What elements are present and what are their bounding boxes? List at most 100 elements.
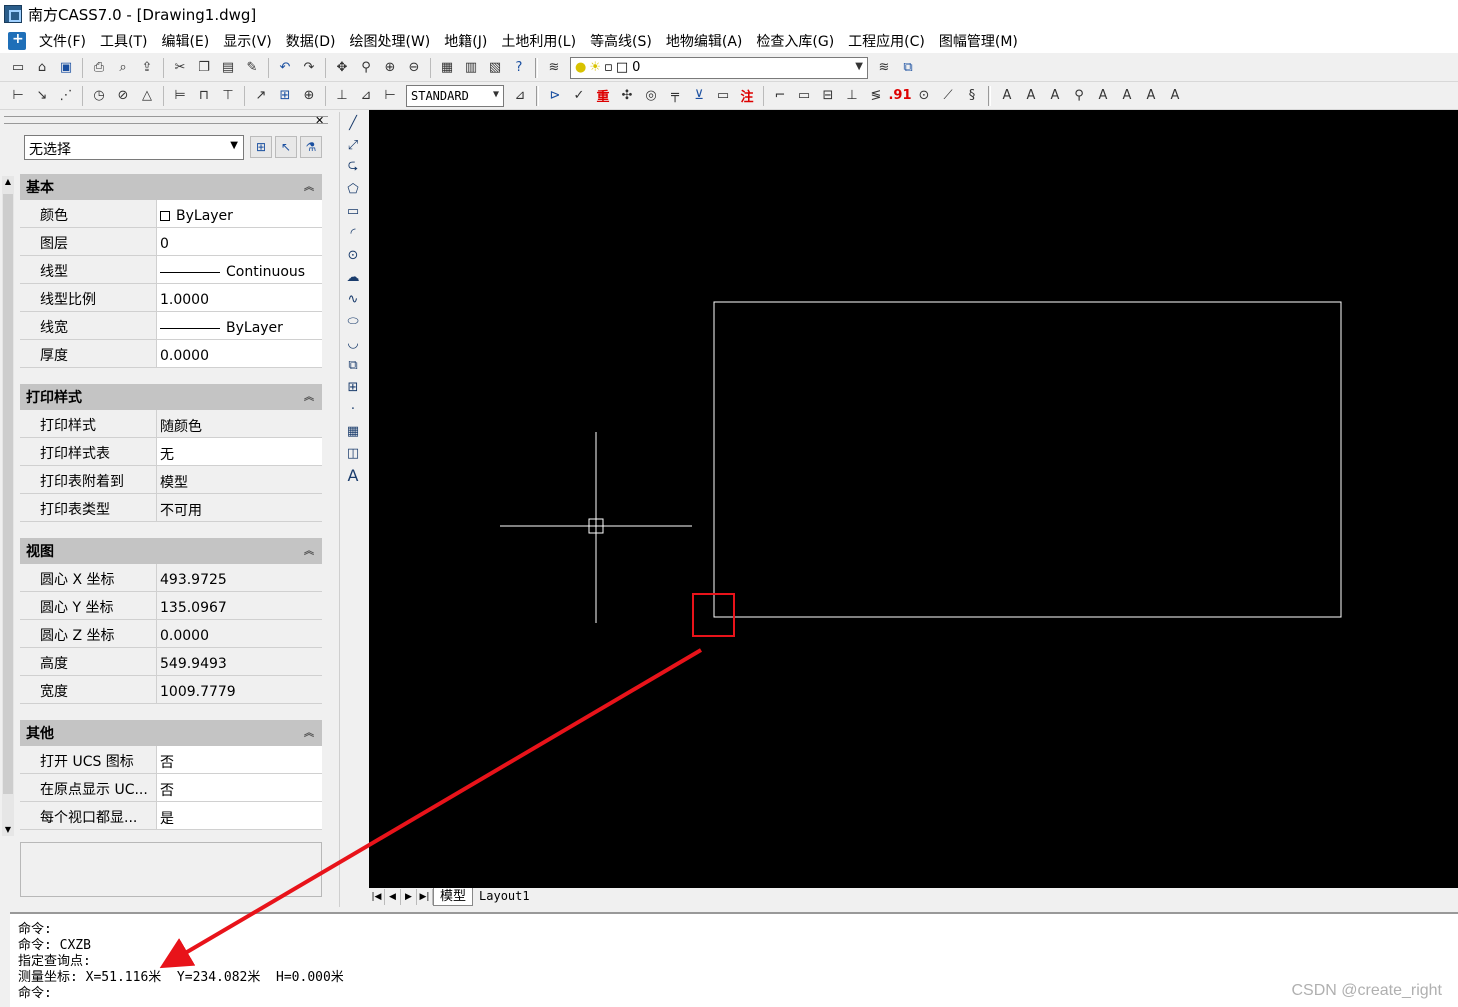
tolerance-icon[interactable]: ⊞ <box>275 86 295 106</box>
property-value[interactable]: 无 <box>157 438 322 465</box>
property-row[interactable]: 打印样式 随颜色 <box>20 410 322 438</box>
property-value-cell[interactable]: ByLayer <box>157 312 322 339</box>
property-row[interactable]: 每个视口都显... 是 <box>20 802 322 830</box>
toggle-pickadd-icon[interactable]: ⊞ <box>250 136 272 158</box>
collapse-icon[interactable]: ︽ <box>304 388 314 403</box>
print-preview-icon[interactable]: ⌕ <box>113 58 133 78</box>
zoom-window-icon[interactable]: ⊕ <box>380 58 400 78</box>
chevron-down-icon[interactable]: ▼ <box>230 140 238 151</box>
insert-block-icon[interactable]: ⧉ <box>342 354 364 376</box>
copy-icon[interactable]: ❐ <box>194 58 214 78</box>
property-row[interactable]: 线型比例 1.0000 <box>20 284 322 312</box>
selection-combo[interactable]: 无选择 ▼ <box>24 135 244 160</box>
spell-check-icon[interactable]: A <box>1093 86 1113 106</box>
dimension-edit-icon[interactable]: ⊥ <box>332 86 352 106</box>
palette-grip[interactable] <box>4 116 328 124</box>
curve-tool-icon[interactable]: § <box>962 86 982 106</box>
text-convert-icon[interactable]: A <box>1165 86 1185 106</box>
property-row[interactable]: 打印表类型 不可用 <box>20 494 322 522</box>
first-tab-icon[interactable]: |◀ <box>369 889 385 905</box>
menu-file[interactable]: 文件(F) <box>32 31 93 51</box>
line-tool-icon[interactable]: ⟋ <box>938 86 958 106</box>
collapse-icon[interactable]: ︽ <box>304 178 314 193</box>
property-row[interactable]: 厚度 0.0000 <box>20 340 322 368</box>
linear-dimension-icon[interactable]: ⊢ <box>8 86 28 106</box>
tab-layout1[interactable]: Layout1 <box>473 888 536 906</box>
property-row[interactable]: 线宽 ByLayer <box>20 312 322 340</box>
scroll-thumb[interactable] <box>3 194 13 794</box>
spline-icon[interactable]: ∿ <box>342 288 364 310</box>
help-icon[interactable]: ? <box>509 58 529 78</box>
diameter-dimension-icon[interactable]: ⊘ <box>113 86 133 106</box>
section-header[interactable]: 基本 ︽ <box>20 174 322 200</box>
property-value[interactable]: 1.0000 <box>157 284 322 311</box>
menu-cadastre[interactable]: 地籍(J) <box>437 31 494 51</box>
dimension-style-icon[interactable]: ⊿ <box>510 86 530 106</box>
collapse-icon[interactable]: ︽ <box>304 542 314 557</box>
zoom-realtime-icon[interactable]: ⚲ <box>356 58 376 78</box>
region-icon[interactable]: ◫ <box>342 442 364 464</box>
stairs-icon[interactable]: ≶ <box>866 86 886 106</box>
quick-dimension-icon[interactable]: ⊨ <box>170 86 190 106</box>
text-style-icon[interactable]: A <box>1021 86 1041 106</box>
rectangle-icon[interactable]: ▭ <box>794 86 814 106</box>
redo-icon[interactable]: ↷ <box>299 58 319 78</box>
radius-dimension-icon[interactable]: ◷ <box>89 86 109 106</box>
point-icon[interactable]: · <box>342 398 364 420</box>
property-value[interactable]: 否 <box>157 746 322 773</box>
symbol-icon[interactable]: ◎ <box>641 86 661 106</box>
survey-point-icon[interactable]: ⊳ <box>545 86 565 106</box>
chevron-down-icon[interactable]: ▼ <box>493 89 499 100</box>
new-file-icon[interactable]: ▭ <box>8 58 28 78</box>
layer-manager-icon[interactable]: ≋ <box>544 58 564 78</box>
drawing-canvas[interactable] <box>369 110 1458 888</box>
baseline-dimension-icon[interactable]: ⊓ <box>194 86 214 106</box>
layer-previous-icon[interactable]: ⧉ <box>898 58 918 78</box>
text-style-combo[interactable]: STANDARD ▼ <box>406 84 504 107</box>
make-block-icon[interactable]: ⊞ <box>342 376 364 398</box>
property-value[interactable]: 0 <box>157 228 322 255</box>
document-icon[interactable] <box>8 31 26 50</box>
text-scale-icon[interactable]: A <box>1117 86 1137 106</box>
elevation-point-button[interactable]: .91 <box>888 86 911 106</box>
property-row[interactable]: 圆心 Y 坐标 135.0967 <box>20 592 322 620</box>
annotation-edit-icon[interactable]: ✓ <box>569 86 589 106</box>
menu-land-use[interactable]: 土地利用(L) <box>494 31 583 51</box>
dimension-update-icon[interactable]: ⊢ <box>380 86 400 106</box>
property-row[interactable]: 宽度 1009.7779 <box>20 676 322 704</box>
property-value-cell[interactable]: Continuous <box>157 256 322 283</box>
tool-palette-icon[interactable]: ▧ <box>485 58 505 78</box>
publish-icon[interactable]: ⇪ <box>137 58 157 78</box>
make-layer-current-icon[interactable]: ≋ <box>874 58 894 78</box>
section-header[interactable]: 视图 ︽ <box>20 538 322 564</box>
close-icon[interactable]: ✕ <box>315 114 324 127</box>
design-center-icon[interactable]: ▥ <box>461 58 481 78</box>
print-icon[interactable]: ⎙ <box>89 58 109 78</box>
section-header[interactable]: 其他 ︽ <box>20 720 322 746</box>
last-tab-icon[interactable]: ▶| <box>417 889 433 905</box>
polygon-icon[interactable]: ⬠ <box>342 178 364 200</box>
cut-icon[interactable]: ✂ <box>170 58 190 78</box>
angular-dimension-icon[interactable]: △ <box>137 86 157 106</box>
menu-edit[interactable]: 编辑(E) <box>154 31 216 51</box>
continue-dimension-icon[interactable]: ⊤ <box>218 86 238 106</box>
command-prompt[interactable]: 命令: <box>18 986 1458 1002</box>
menu-draw-process[interactable]: 绘图处理(W) <box>342 31 437 51</box>
center-mark-icon[interactable]: ⊕ <box>299 86 319 106</box>
property-row[interactable]: 线型 Continuous <box>20 256 322 284</box>
ellipse-arc-icon[interactable]: ◡ <box>342 332 364 354</box>
arc-icon[interactable]: ◜ <box>342 222 364 244</box>
property-row[interactable]: 圆心 Z 坐标 0.0000 <box>20 620 322 648</box>
prev-tab-icon[interactable]: ◀ <box>385 889 401 905</box>
pan-icon[interactable]: ✥ <box>332 58 352 78</box>
redraw-text-button[interactable]: 重 <box>593 86 613 106</box>
command-window[interactable]: 命令: 命令: CXZB 指定查询点: 测量坐标: X=51.116米 Y=23… <box>10 912 1458 1007</box>
elevation-icon[interactable]: ⊻ <box>689 86 709 106</box>
scroll-down-icon[interactable]: ▼ <box>2 824 14 836</box>
hatch-icon[interactable]: ▦ <box>342 420 364 442</box>
dash-line-icon[interactable]: ⊟ <box>818 86 838 106</box>
property-row[interactable]: 打印样式表 无 <box>20 438 322 466</box>
ellipse-icon[interactable]: ⬭ <box>342 310 364 332</box>
layer-combo[interactable]: ● ☀ ▫ □ 0 ▼ <box>570 56 868 79</box>
property-row[interactable]: 高度 549.9493 <box>20 648 322 676</box>
